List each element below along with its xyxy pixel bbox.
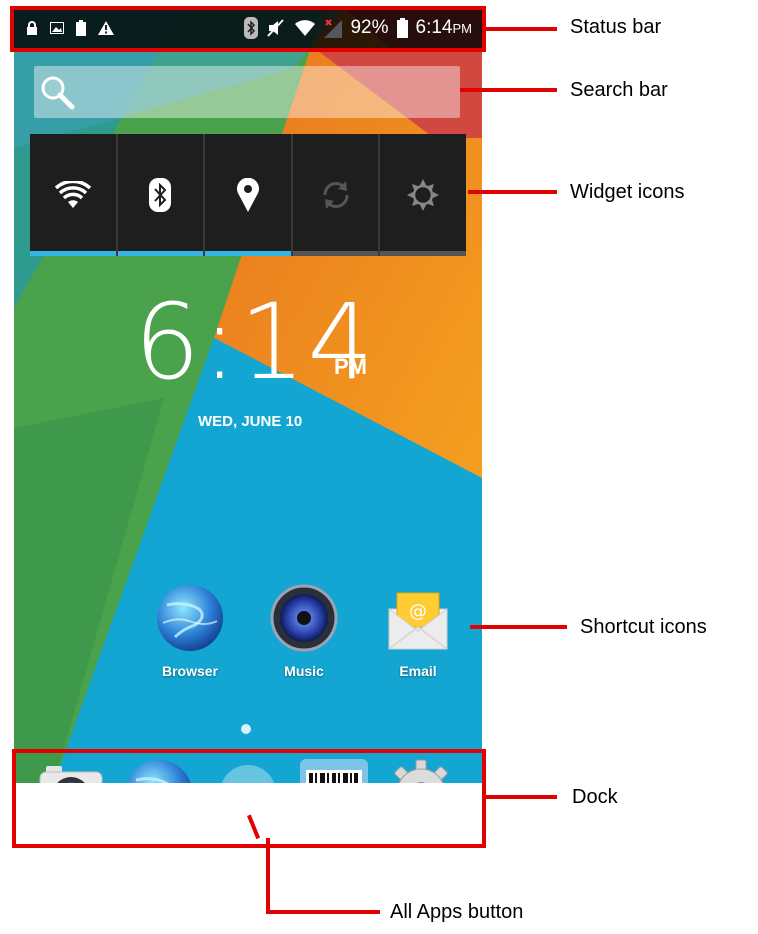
dock-browser[interactable] (124, 758, 194, 783)
shortcut-label: Email (399, 663, 437, 679)
shortcut-icons-label: Shortcut icons (580, 616, 707, 638)
search-bar-label: Search bar (570, 79, 668, 101)
location-active-indicator (205, 251, 291, 256)
clock-ampm: PM (334, 354, 367, 379)
battery-small-icon (76, 20, 86, 36)
shortcut-label: Browser (161, 663, 219, 679)
page-indicator-dot (241, 724, 251, 734)
barcode-scanner-icon (300, 759, 368, 783)
status-time: 6:14PM (415, 17, 472, 38)
shortcut-browser[interactable]: Browser (140, 583, 240, 679)
wifi-icon (295, 20, 316, 36)
widget-icons-label: Widget icons (570, 181, 685, 203)
browser-globe-icon (127, 760, 191, 783)
phone-screen: 92% 6:14PM 6:14 PM WED, JUNE 10 Browser … (14, 8, 482, 783)
wifi-icon (54, 181, 91, 208)
search-icon[interactable] (38, 74, 76, 110)
warning-icon (98, 21, 114, 35)
bluetooth-toggle[interactable] (117, 134, 206, 256)
location-pin-icon (237, 178, 259, 212)
sync-inactive-indicator (292, 251, 379, 256)
dock (14, 750, 482, 783)
clock-widget[interactable]: 6:14 PM WED, JUNE 10 (134, 290, 394, 430)
dock-label: Dock (572, 786, 618, 808)
dock-pointer (486, 795, 557, 799)
shortcut-label: Music (284, 663, 324, 679)
all-apps-pointer-horizontal (266, 910, 380, 914)
image-icon (50, 22, 64, 34)
power-control-widget (30, 134, 466, 256)
status-bar: 92% 6:14PM (14, 8, 482, 48)
brightness-icon (407, 179, 440, 211)
dock-settings[interactable] (386, 758, 456, 783)
lock-icon (27, 21, 37, 35)
browser-globe-icon (157, 585, 223, 651)
shortcut-music[interactable]: Music (254, 583, 354, 679)
all-apps-pointer-vertical (266, 838, 270, 914)
search-bar-pointer (460, 88, 557, 92)
clock-date: WED, JUNE 10 (198, 413, 303, 430)
location-toggle[interactable] (205, 134, 293, 256)
status-bar-label: Status bar (570, 16, 662, 38)
dock-camera[interactable] (36, 758, 106, 783)
all-apps-pointer-diagonal (247, 814, 261, 840)
bluetooth-icon (149, 178, 172, 212)
search-bar[interactable] (34, 66, 460, 118)
wifi-toggle[interactable] (30, 134, 118, 256)
email-envelope-icon: @ (388, 592, 448, 650)
shortcut-email[interactable]: @ Email (368, 583, 468, 679)
shortcut-icons-pointer (470, 625, 567, 629)
status-bar-pointer (486, 27, 557, 31)
brightness-toggle[interactable] (380, 134, 466, 256)
no-signal-icon (324, 19, 343, 38)
sync-icon (323, 181, 349, 209)
all-apps-icon (221, 765, 275, 783)
bluetooth-active-indicator (117, 251, 204, 256)
music-speaker-icon (270, 584, 338, 652)
dock-barcode-scanner[interactable] (299, 758, 369, 783)
brightness-inactive-indicator (380, 251, 466, 256)
battery-percent: 92% (350, 17, 389, 38)
bluetooth-icon (244, 17, 259, 39)
mute-icon (267, 19, 285, 37)
widget-icons-pointer (468, 190, 557, 194)
settings-gear-icon (394, 759, 448, 783)
wifi-active-indicator (30, 251, 116, 256)
all-apps-label: All Apps button (390, 901, 524, 923)
svg-text:@: @ (409, 601, 427, 622)
all-apps-button[interactable] (213, 758, 283, 783)
sync-toggle[interactable] (292, 134, 381, 256)
battery-icon (396, 18, 408, 38)
camera-icon (39, 766, 103, 783)
